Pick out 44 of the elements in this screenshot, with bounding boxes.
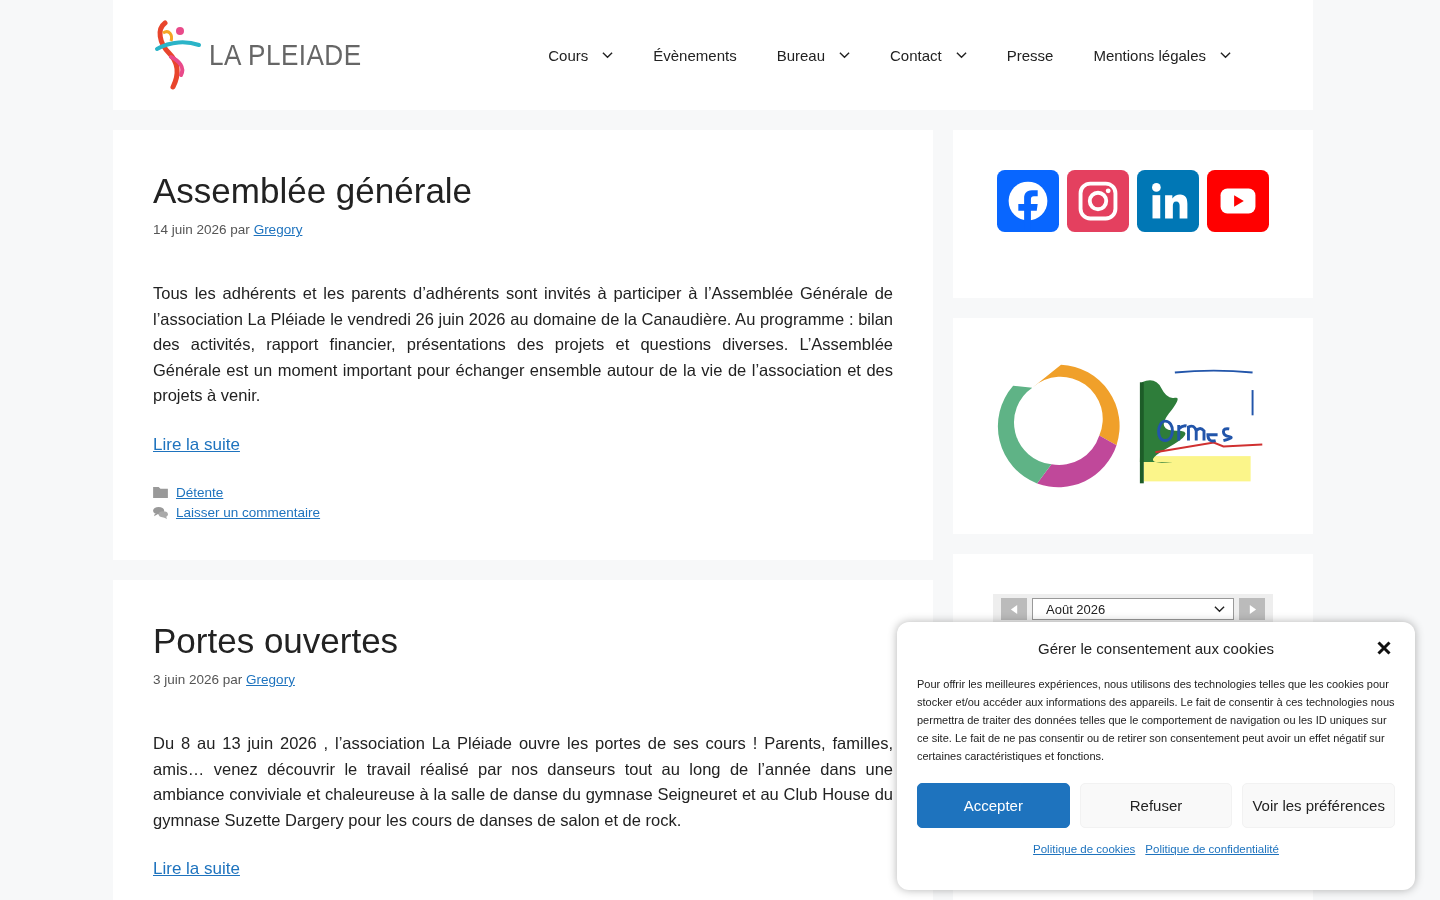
author-link[interactable]: Gregory bbox=[253, 222, 303, 237]
comments-icon bbox=[153, 505, 168, 519]
facebook-icon[interactable] bbox=[997, 170, 1059, 232]
category-link[interactable]: Détente bbox=[176, 484, 224, 500]
post-excerpt: Du 8 au 13 juin 2026 , l’association La Pléiade ouvre les portes de ses cours ! Parents, familles, amis… venez découvrir le travail réalisé par nos danseurs tout au long de l’année dans une ambiance conviviale et chaleureuse à la salle de danse du gymnase Seigneuret et au Club House du gymnase Suzette Dargery pour les cours de danses de salon et de rock. bbox=[153, 732, 893, 831]
folder-icon bbox=[153, 486, 168, 499]
read-more-link[interactable]: Lire la suite bbox=[153, 434, 240, 455]
nav-item[interactable]: Cours bbox=[528, 46, 634, 64]
policy-link[interactable]: Politique de cookies bbox=[1033, 843, 1136, 855]
dialog-button[interactable]: Refuser bbox=[1079, 783, 1233, 828]
consent-text: Pour offrir les meilleures expériences, nous utilisons des technologies telles que les cookies pour stocker et/ou accéder aux informations des appareils. Le fait de consentir à ces technologies nous permettra de traiter des données telles que le comportement de navigation ou les ID uniques sur ce site. Le fait de ne pas consentir ou de retirer son consentement peut avoir un effet négatif sur certaines caractéristiques et fonctions. bbox=[917, 677, 1395, 764]
close-icon bbox=[1377, 641, 1391, 655]
linkedin-icon[interactable] bbox=[1137, 170, 1199, 232]
nav-item[interactable]: Évènements bbox=[633, 46, 757, 64]
dancer-logo-icon bbox=[153, 19, 203, 91]
byline-text: par bbox=[230, 222, 250, 237]
dialog-button[interactable]: Voir les préférences bbox=[1242, 783, 1395, 828]
dialog-title: Gérer le consentement aux cookies bbox=[1038, 639, 1274, 657]
triangle-right-icon bbox=[1247, 604, 1257, 614]
nav-item[interactable]: Presse bbox=[986, 46, 1074, 64]
post-excerpt: Tous les adhérents et les parents d’adhérents sont invités à participer à l’Assemblée Générale de l’association La Pléiade le vendredi 26 juin 2026 au domaine de la Canaudière. Au programme : bilan des activités, rapport financier, présentations des projets et questions diverses. L’Assemblée Générale est un moment important pour échanger ensemble autour de la vie de l’association et des projets à venir. bbox=[153, 283, 893, 407]
logo-text: LA PLEIADE bbox=[209, 38, 362, 72]
month-select[interactable]: Août 2026 bbox=[1032, 598, 1234, 620]
policy-link[interactable]: Politique de confidentialité bbox=[1145, 843, 1279, 855]
author-link[interactable]: Gregory bbox=[246, 671, 295, 687]
byline-text: par bbox=[222, 671, 243, 687]
triangle-left-icon bbox=[1009, 604, 1019, 614]
post-date: 3 juin 2026 bbox=[153, 671, 220, 687]
logo-link[interactable]: LA PLEIADE bbox=[153, 19, 379, 91]
youtube-icon[interactable] bbox=[1207, 170, 1269, 232]
nav-item[interactable]: Contact bbox=[870, 46, 987, 64]
post-title: Assemblée générale bbox=[153, 170, 474, 212]
post-title: Portes ouvertes bbox=[153, 619, 400, 662]
instagram-icon[interactable] bbox=[1067, 170, 1129, 232]
chevron-down-icon bbox=[1214, 605, 1225, 613]
nav-item[interactable]: Bureau bbox=[756, 46, 871, 64]
post-date: 14 juin 2026 bbox=[153, 222, 227, 237]
previous-month-button[interactable] bbox=[1001, 598, 1027, 620]
next-month-button[interactable] bbox=[1239, 598, 1265, 620]
nav-item[interactable]: Mentions légales bbox=[1073, 46, 1251, 64]
close-button[interactable] bbox=[1375, 639, 1393, 657]
read-more-link[interactable]: Lire la suite bbox=[153, 859, 240, 880]
comment-link[interactable]: Laisser un commentaire bbox=[176, 504, 321, 520]
accept-button[interactable]: Accepter bbox=[917, 783, 1070, 828]
